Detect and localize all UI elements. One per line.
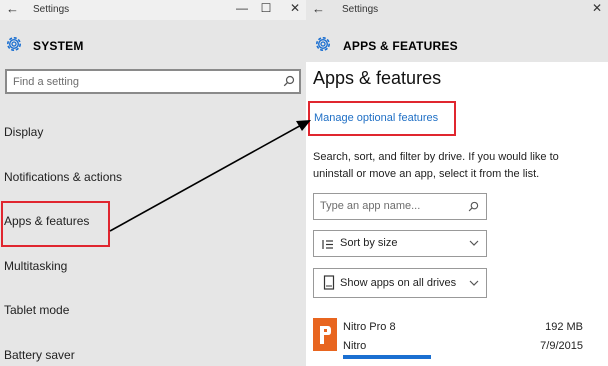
annotation-arrow [109,120,311,232]
